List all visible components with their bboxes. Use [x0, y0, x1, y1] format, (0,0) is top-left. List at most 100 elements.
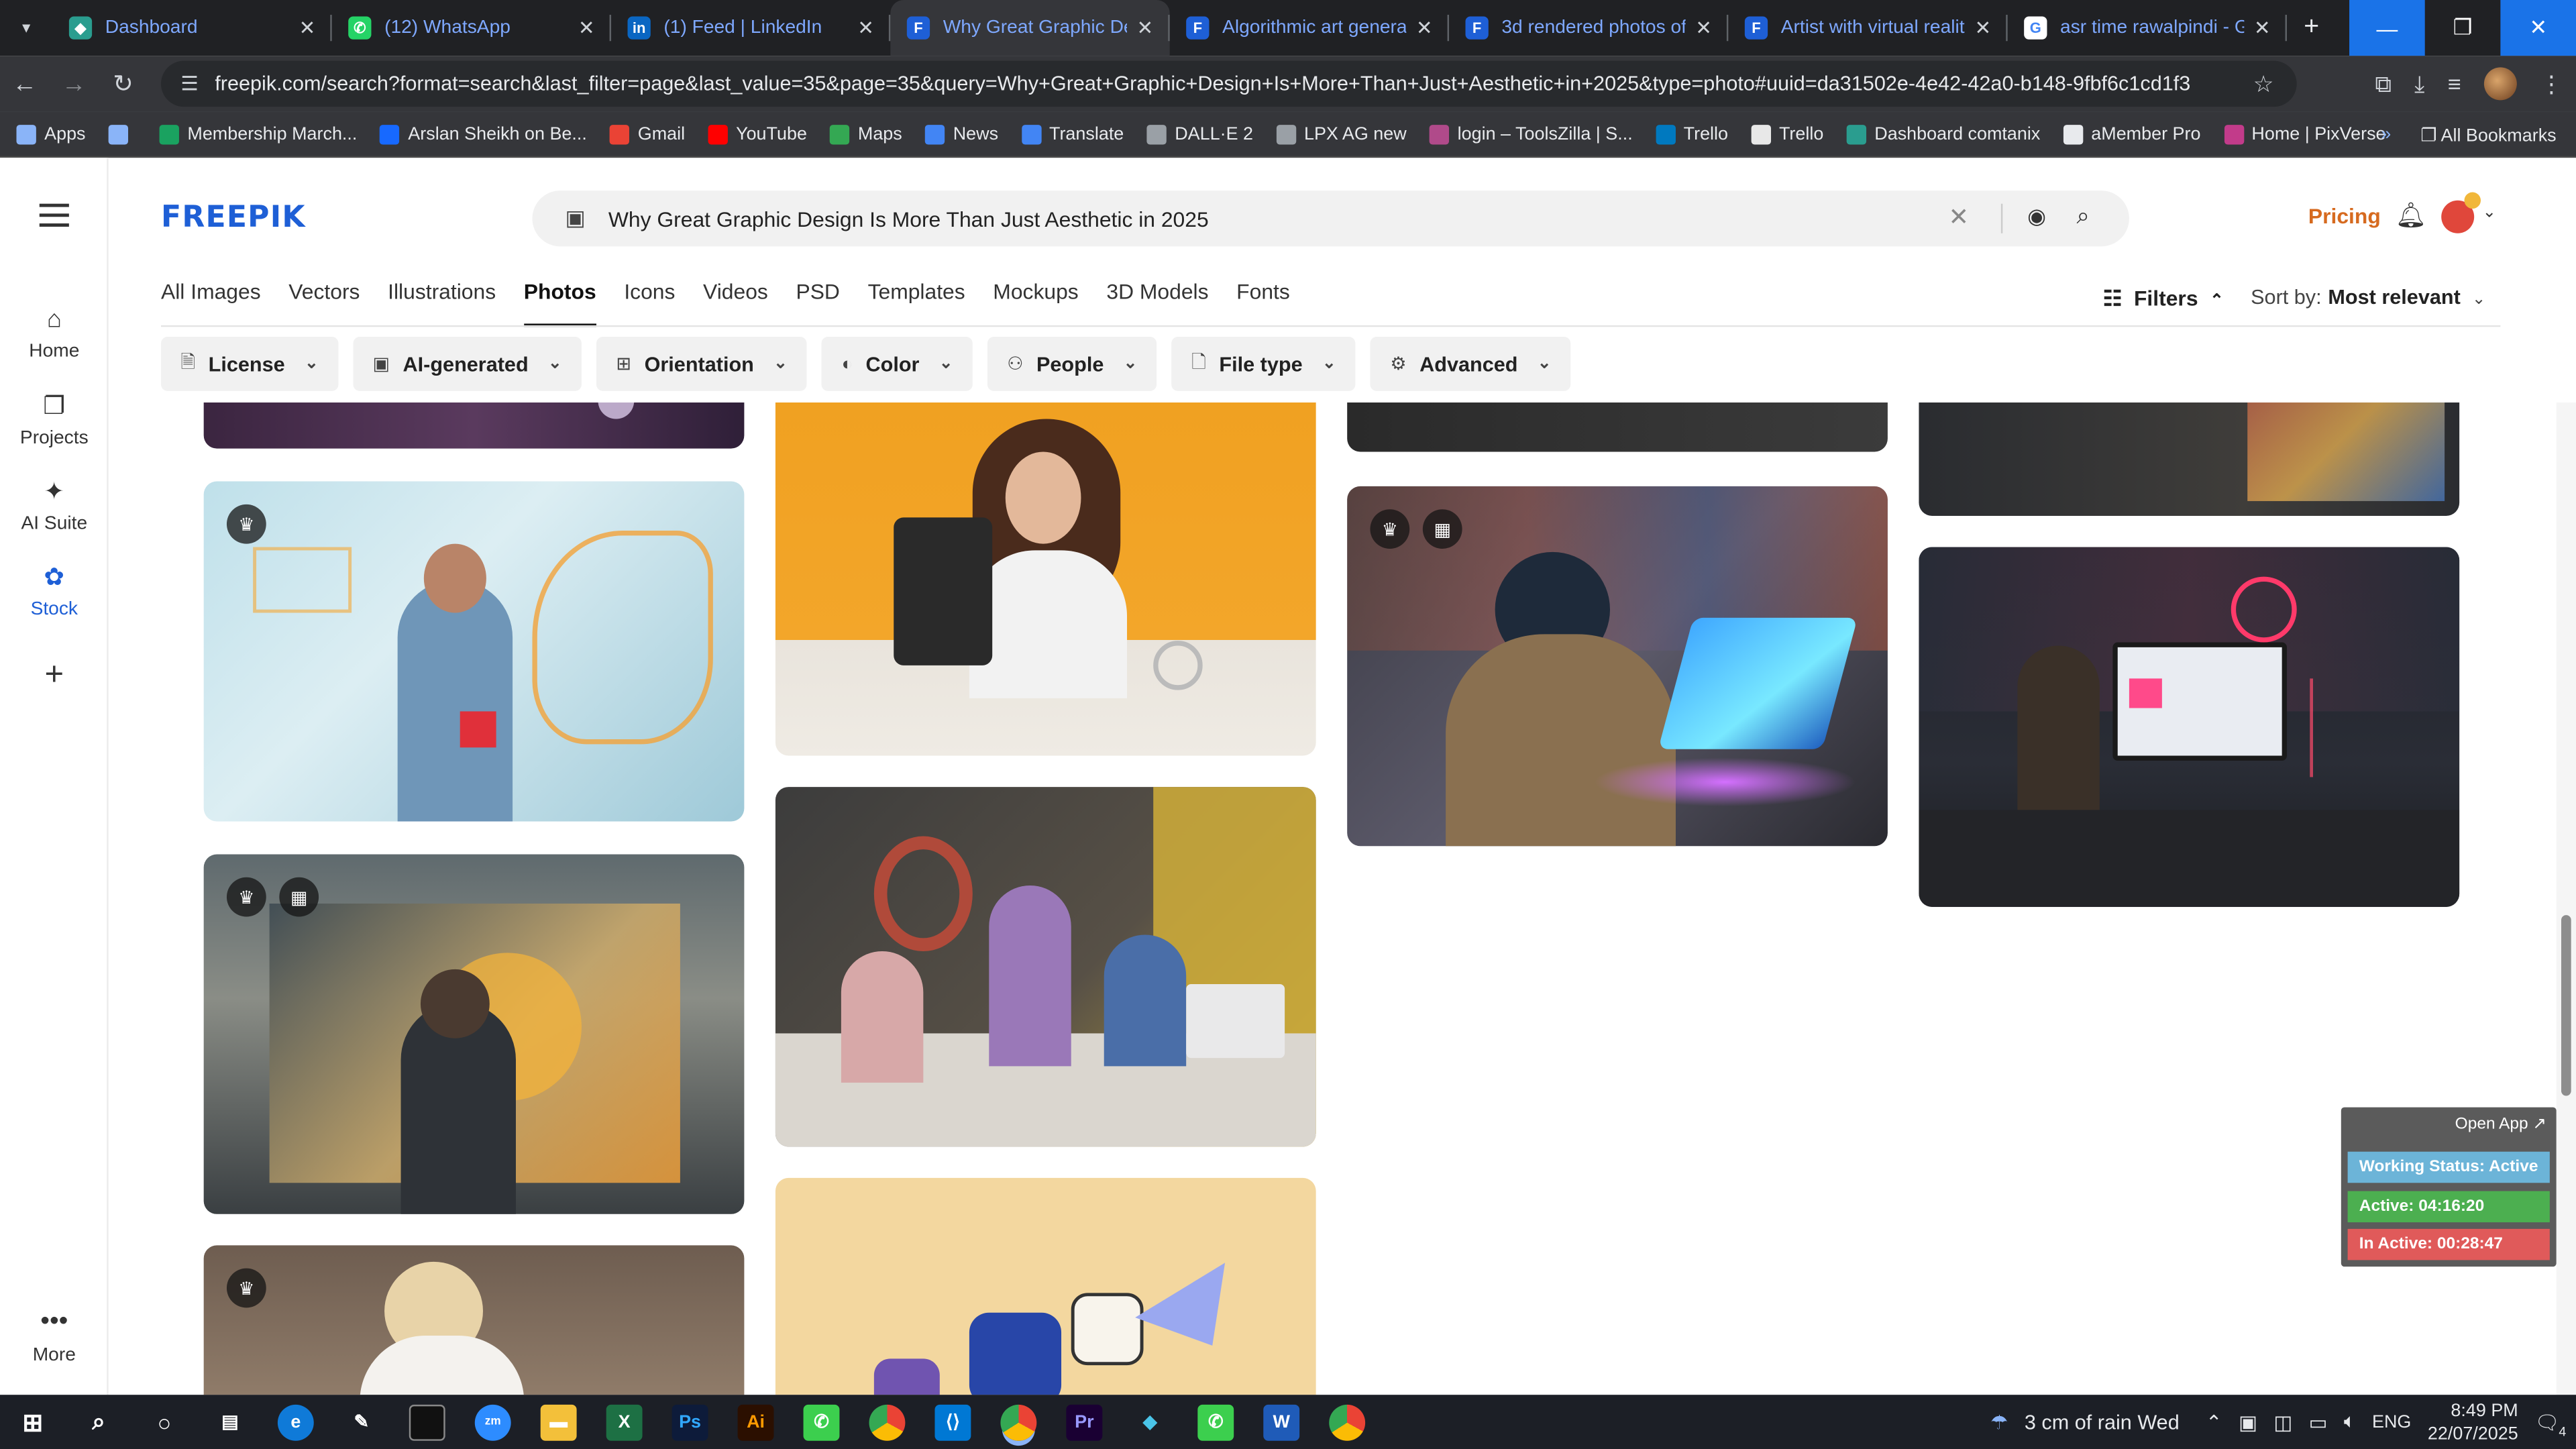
- photo-card[interactable]: ♛ ▦: [203, 854, 745, 1214]
- edge-icon[interactable]: e: [277, 1403, 314, 1440]
- photo-card[interactable]: [775, 787, 1316, 1147]
- tray-chevron-icon[interactable]: ⌃: [2206, 1410, 2222, 1433]
- photo-card[interactable]: [775, 1177, 1316, 1395]
- phone-app-2-icon[interactable]: ✆: [1197, 1403, 1234, 1440]
- bookmark-item[interactable]: Membership March...: [159, 123, 357, 144]
- photo-card[interactable]: [775, 402, 1316, 756]
- tab-3d-models[interactable]: 3D Models: [1106, 279, 1208, 319]
- search-icon[interactable]: ⌕: [80, 1404, 117, 1440]
- browser-tab[interactable]: in (1) Feed | LinkedIn ✕: [611, 0, 891, 56]
- photo-card[interactable]: [203, 402, 745, 449]
- bookmark-item[interactable]: Maps: [830, 123, 902, 144]
- new-tab-button[interactable]: +: [2287, 0, 2336, 56]
- photoshop-icon[interactable]: Ps: [672, 1403, 708, 1440]
- filter-chip-color[interactable]: ◐ Color ⌄: [822, 337, 973, 391]
- zoom-icon[interactable]: zm: [474, 1403, 511, 1440]
- tab-fonts[interactable]: Fonts: [1236, 279, 1290, 319]
- photo-card[interactable]: ♛: [203, 1245, 745, 1395]
- tab-all-images[interactable]: All Images: [161, 279, 261, 319]
- close-window-button[interactable]: ✕: [2500, 0, 2576, 56]
- bookmark-item[interactable]: login – ToolsZilla | S...: [1430, 123, 1633, 144]
- add-icon[interactable]: +: [0, 657, 109, 704]
- sort-dropdown[interactable]: Sort by: Most relevant ⌄: [2251, 286, 2485, 309]
- clear-search-icon[interactable]: ✕: [1949, 202, 1970, 232]
- bookmark-item[interactable]: Trello: [1656, 123, 1728, 144]
- chrome-profile-avatar[interactable]: [2483, 67, 2517, 101]
- bookmark-item[interactable]: Dashboard comtanix: [1846, 123, 2040, 144]
- tab-vectors[interactable]: Vectors: [288, 279, 360, 319]
- weather-icon[interactable]: ☂: [1990, 1410, 2008, 1433]
- reload-icon[interactable]: ↻: [99, 59, 148, 108]
- photo-card[interactable]: ♛: [203, 481, 745, 822]
- rail-more[interactable]: ••• More: [0, 1307, 109, 1365]
- bookmark-item[interactable]: YouTube: [708, 123, 807, 144]
- extensions-icon[interactable]: ⧉: [2375, 70, 2391, 98]
- back-arrow-icon[interactable]: ←: [0, 59, 49, 108]
- tab-close-icon[interactable]: ✕: [299, 16, 316, 39]
- filter-chip-license[interactable]: 🗎 License ⌄: [161, 337, 339, 391]
- freepik-logo[interactable]: FREEPIK: [161, 201, 306, 235]
- photo-card[interactable]: ♛ ▦: [1347, 486, 1888, 847]
- notification-center-icon[interactable]: 🗨︎ 4: [2534, 1410, 2566, 1438]
- tab-close-icon[interactable]: ✕: [857, 16, 874, 39]
- windows-start-icon[interactable]: ⊞: [15, 1404, 51, 1440]
- reading-list-icon[interactable]: ≡: [2448, 70, 2461, 97]
- rail-item-stock[interactable]: ✿ Stock: [0, 562, 109, 619]
- premiere-icon[interactable]: Pr: [1066, 1403, 1103, 1440]
- chrome-active-icon[interactable]: [1000, 1403, 1037, 1440]
- tab-illustrations[interactable]: Illustrations: [388, 279, 496, 319]
- camera-search-icon[interactable]: ◉: [2027, 204, 2046, 230]
- profile-chevron-down-icon[interactable]: ⌄: [2482, 204, 2496, 222]
- photo-card[interactable]: [1347, 402, 1888, 452]
- chrome-icon[interactable]: [869, 1403, 906, 1440]
- bookmark-item[interactable]: DALL·E 2: [1146, 123, 1253, 144]
- browser-tab[interactable]: ◆ Dashboard ✕: [52, 0, 332, 56]
- notification-bell-icon[interactable]: 🔔︎: [2396, 201, 2427, 230]
- bookmark-star-icon[interactable]: ☆: [2253, 70, 2274, 98]
- bookmark-item[interactable]: Arslan Sheikh on Be...: [380, 123, 587, 144]
- task-view-icon[interactable]: ▤: [212, 1404, 248, 1440]
- file-explorer-icon[interactable]: ▬: [540, 1403, 577, 1440]
- chrome-2-icon[interactable]: [1329, 1403, 1366, 1440]
- filter-chip-ai-generated[interactable]: ▣ AI-generated ⌄: [353, 337, 582, 391]
- address-bar[interactable]: ☰ freepik.com/search?format=search&last_…: [161, 60, 2297, 107]
- restore-button[interactable]: ❐: [2425, 0, 2501, 56]
- bookmark-item[interactable]: aMember Pro: [2063, 123, 2200, 144]
- photo-card[interactable]: [1919, 402, 2460, 516]
- cortana-icon[interactable]: ○: [146, 1404, 182, 1440]
- bookmark-item[interactable]: Home | PixVerse: [2223, 123, 2386, 144]
- network-icon[interactable]: ▭: [2309, 1410, 2328, 1433]
- tab-icons[interactable]: Icons: [624, 279, 675, 319]
- bookmark-item[interactable]: Trello: [1751, 123, 1823, 144]
- pricing-link[interactable]: Pricing: [2308, 204, 2381, 229]
- pen-icon[interactable]: ✎: [343, 1404, 380, 1440]
- phone-app-icon[interactable]: ✆: [803, 1403, 840, 1440]
- weather-text[interactable]: 3 cm of rain Wed: [2025, 1410, 2180, 1433]
- filters-toggle[interactable]: ☷ Filters ⌃: [2103, 286, 2224, 312]
- filter-chip-people[interactable]: ⚇ People ⌄: [987, 337, 1157, 391]
- browser-tab[interactable]: Gasr time rawalpindi - Goo ✕: [2008, 0, 2288, 56]
- rail-item-home[interactable]: ⌂ Home: [0, 306, 109, 362]
- browser-tab[interactable]: F 3d rendered photos of ar ✕: [1449, 0, 1729, 56]
- bookmark-item[interactable]: Translate: [1021, 123, 1124, 144]
- app-diamond-icon[interactable]: ◆: [1132, 1404, 1168, 1440]
- download-icon[interactable]: ⤓: [2414, 70, 2424, 98]
- browser-tab[interactable]: F Why Great Graphic Desig ✕: [890, 0, 1170, 56]
- tab-close-icon[interactable]: ✕: [578, 16, 595, 39]
- search-input[interactable]: Why Great Graphic Design Is More Than Ju…: [608, 206, 1209, 231]
- vscode-icon[interactable]: ⟨⟩: [934, 1403, 971, 1440]
- user-avatar[interactable]: [2441, 192, 2481, 233]
- tab-templates[interactable]: Templates: [868, 279, 965, 319]
- photo-card[interactable]: [1919, 547, 2460, 907]
- tab-psd[interactable]: PSD: [796, 279, 839, 319]
- tray-app-icon[interactable]: ▣: [2239, 1410, 2257, 1433]
- browser-tab[interactable]: F Algorithmic art generator ✕: [1170, 0, 1450, 56]
- language-indicator[interactable]: ENG: [2372, 1412, 2411, 1432]
- tab-close-icon[interactable]: ✕: [1416, 16, 1433, 39]
- illustrator-icon[interactable]: Ai: [737, 1403, 774, 1440]
- page-scrollbar[interactable]: [2556, 402, 2576, 1395]
- tab-photos[interactable]: Photos: [523, 279, 596, 327]
- tray-app-2-icon[interactable]: ◫: [2273, 1410, 2292, 1433]
- bookmark-item[interactable]: Gmail: [610, 123, 685, 144]
- search-icon[interactable]: ⌕: [2077, 202, 2090, 230]
